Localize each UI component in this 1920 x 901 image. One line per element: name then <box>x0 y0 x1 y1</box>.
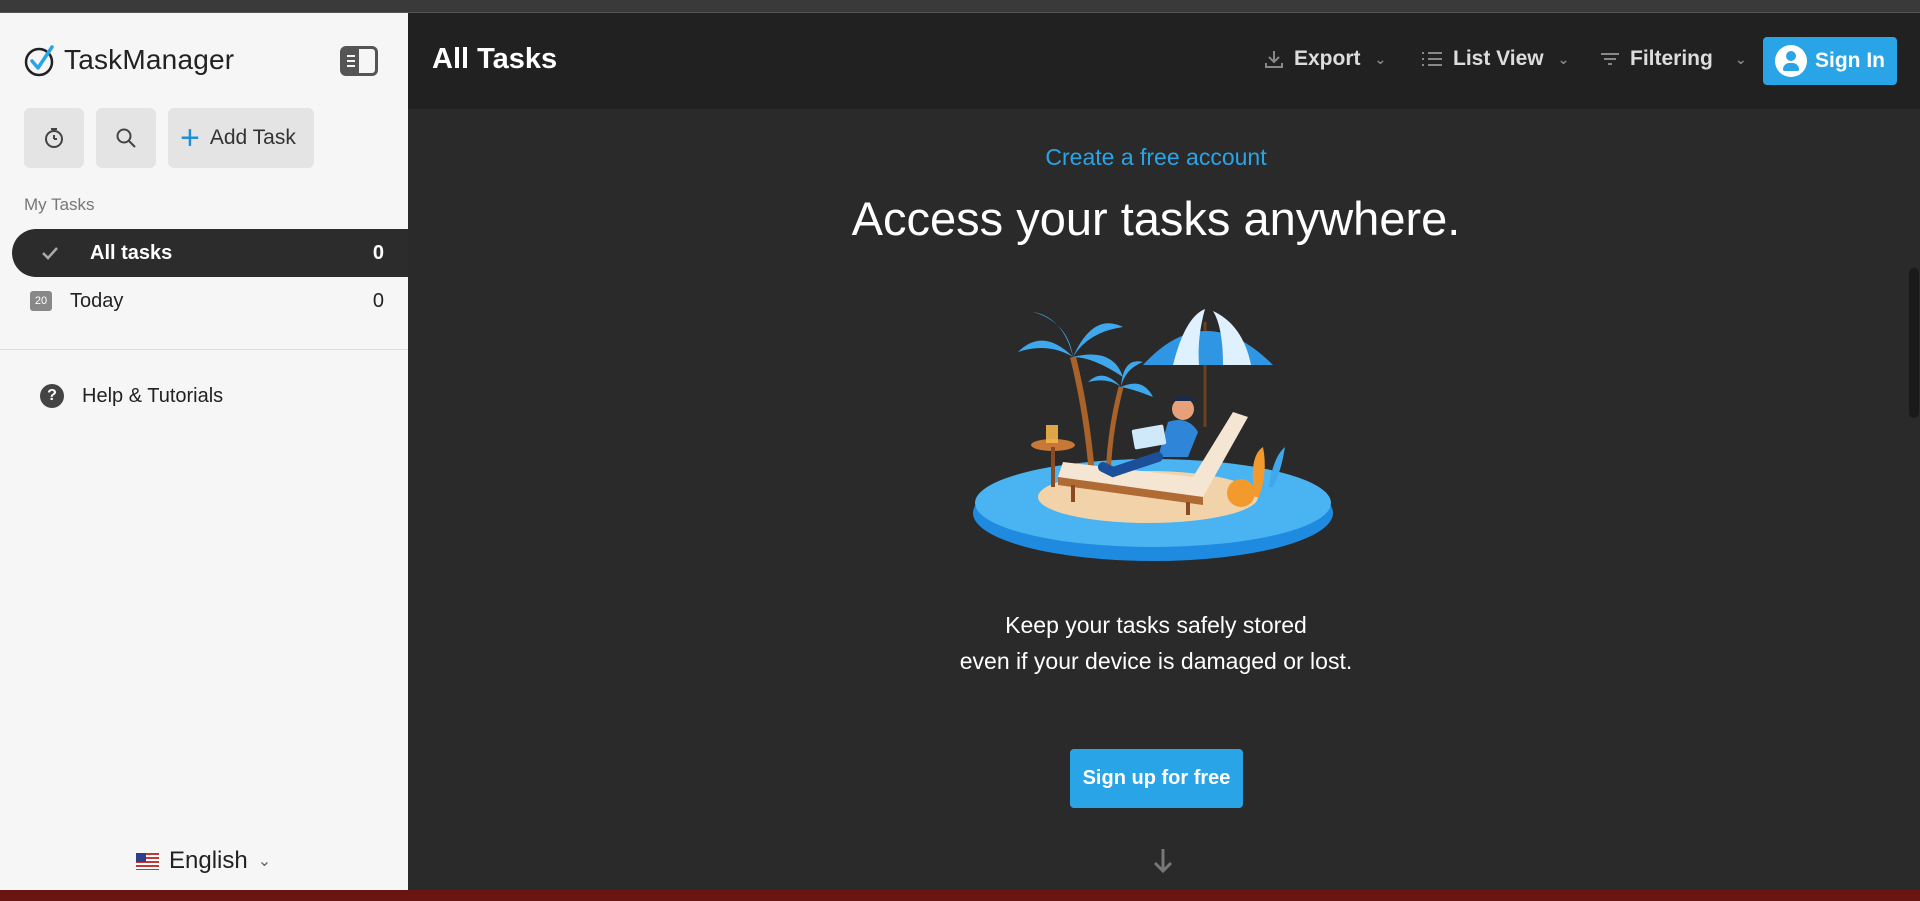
sidebar-item-all-tasks[interactable]: All tasks 0 <box>12 229 408 277</box>
add-task-button[interactable]: + Add Task <box>168 108 314 168</box>
chevron-down-icon: ⌄ <box>1557 50 1570 67</box>
check-icon <box>30 246 70 260</box>
task-count: 0 <box>372 241 384 264</box>
sign-in-button[interactable]: Sign In <box>1763 37 1897 85</box>
main-content: Create a free account Access your tasks … <box>408 109 1914 880</box>
timer-icon <box>45 128 63 148</box>
create-account-link[interactable]: Create a free account <box>408 144 1904 171</box>
search-button[interactable] <box>96 108 156 168</box>
list-view-button[interactable]: List View ⌄ <box>1421 47 1569 71</box>
language-selector[interactable]: English ⌄ <box>136 847 271 875</box>
sidebar-divider <box>0 349 408 350</box>
sidebar-item-today[interactable]: 20 Today 0 <box>12 277 408 325</box>
app-name: TaskManager <box>64 44 235 75</box>
calendar-icon: 20 <box>24 291 58 311</box>
chevron-down-icon: ⌄ <box>1374 50 1387 67</box>
user-icon <box>1775 45 1807 77</box>
check-logo-icon <box>24 45 54 77</box>
scrollbar-thumb[interactable] <box>1909 268 1919 418</box>
scrollbar[interactable] <box>1908 109 1920 880</box>
sidebar-item-label: All tasks <box>90 241 173 264</box>
plus-icon: + <box>180 119 200 157</box>
us-flag-icon <box>136 852 159 870</box>
filtering-button[interactable]: Filtering ⌄ <box>1600 47 1747 71</box>
top-header: All Tasks Export ⌄ List View ⌄ Filtering… <box>408 13 1920 109</box>
window-bottom-strip <box>0 890 1920 901</box>
list-icon <box>1422 52 1442 66</box>
list-view-label: List View <box>1453 47 1544 70</box>
sidebar-item-label: Today <box>70 289 124 312</box>
arrow-down-icon[interactable] <box>1152 847 1174 875</box>
window-top-strip <box>0 0 1920 13</box>
page-title: All Tasks <box>432 43 558 75</box>
export-button[interactable]: Export ⌄ <box>1264 47 1386 71</box>
info-text: Keep your tasks safely stored even if yo… <box>959 612 1353 674</box>
search-icon <box>116 128 136 148</box>
download-icon <box>1265 51 1283 68</box>
help-tutorials-link[interactable]: ? Help & Tutorials <box>40 384 223 408</box>
chevron-down-icon: ⌄ <box>257 853 272 870</box>
sign-in-label: Sign In <box>1815 49 1885 72</box>
filtering-label: Filtering <box>1630 47 1713 70</box>
sign-up-button[interactable]: Sign up for free <box>1070 749 1243 808</box>
chevron-down-icon: ⌄ <box>1734 50 1747 67</box>
app-logo[interactable]: TaskManager <box>24 43 234 77</box>
timer-button[interactable] <box>24 108 84 168</box>
export-label: Export <box>1294 47 1361 70</box>
add-task-label: Add Task <box>209 126 296 149</box>
panel-toggle-icon[interactable] <box>340 46 378 76</box>
filter-icon <box>1601 53 1619 65</box>
beach-illustration <box>973 309 1333 561</box>
help-icon: ? <box>40 384 64 408</box>
section-label-my-tasks: My Tasks <box>24 195 95 214</box>
task-count: 0 <box>372 289 384 312</box>
sidebar: TaskManager + Add Task My Tasks All task… <box>0 13 408 890</box>
language-label: English <box>169 847 248 874</box>
help-label: Help & Tutorials <box>82 384 224 407</box>
headline: Access your tasks anywhere. <box>851 192 1461 245</box>
